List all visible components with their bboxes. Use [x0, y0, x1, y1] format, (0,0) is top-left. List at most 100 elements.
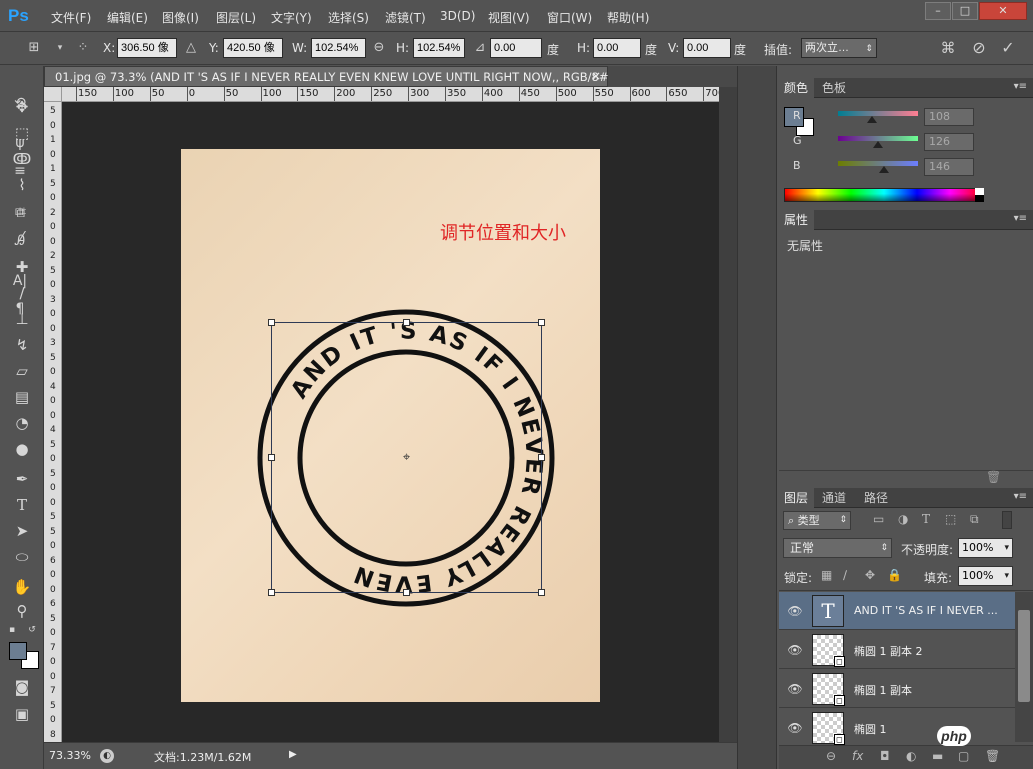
x-input[interactable]: 306.50 像 [117, 38, 177, 58]
filter-adjustment-icon[interactable]: ◑ [898, 512, 908, 526]
menu-select[interactable]: 选择(S) [328, 9, 369, 26]
g-slider-thumb[interactable] [872, 141, 883, 148]
document-tab[interactable]: 01.jpg @ 73.3% (AND IT 'S AS IF I NEVER … [44, 66, 622, 87]
ruler-origin[interactable] [44, 87, 62, 102]
menu-filter[interactable]: 滤镜(T) [385, 9, 426, 26]
maximize-button[interactable]: □ [952, 2, 978, 20]
transform-handle-right[interactable] [538, 454, 545, 461]
character-panel-icon[interactable]: A| [9, 270, 31, 292]
commit-transform-icon[interactable]: ✓ [998, 38, 1018, 58]
properties-panel-menu-icon[interactable]: ▾≡ [1014, 213, 1027, 224]
vertical-ruler[interactable]: 5 0 1 0 1 5 0 2 0 0 2 5 0 3 0 0 3 5 0 4 0 0 4 5 0 5 0 0 5 5 0 6 0 0 6 5 0 7 0 0… [44, 102, 62, 742]
visibility-eye-icon[interactable]: 👁 [787, 604, 803, 618]
y-input[interactable]: 420.50 像 [223, 38, 283, 58]
status-menu-arrow-icon[interactable]: ▶ [289, 749, 297, 760]
tab-color[interactable]: 颜色 [778, 78, 815, 98]
layer-name[interactable]: 椭圆 1 [854, 721, 887, 737]
quick-mask-icon[interactable]: ◙ [11, 676, 33, 698]
h-input[interactable]: 102.54% [413, 38, 465, 58]
dropdown-arrow-icon[interactable]: ▾ [50, 38, 70, 58]
dodge-tool-icon[interactable]: ● [11, 438, 33, 460]
path-select-tool-icon[interactable]: ➤ [11, 520, 33, 542]
layer-row[interactable]: 👁 ◻ 椭圆 1 副本 [779, 670, 1015, 708]
vertical-scrollbar[interactable] [719, 87, 737, 742]
zoom-level[interactable]: 73.33% [49, 749, 91, 762]
layers-scrollbar[interactable] [1015, 592, 1033, 742]
move-transform-icon[interactable]: ⊞ [24, 38, 44, 58]
delete-layer-icon[interactable]: 🗑 [985, 749, 1000, 763]
swap-colors-icon[interactable]: ↺ [26, 624, 38, 636]
horizontal-ruler[interactable]: 150 100 50 0 50 100 150 200 250 300 350 400 450 500 55… [62, 87, 719, 102]
layer-name[interactable]: 椭圆 1 副本 [854, 682, 912, 698]
vskew-input[interactable]: 0.00 [683, 38, 731, 58]
history-panel-icon[interactable]: ⟲ [9, 92, 31, 114]
brush-presets-icon[interactable]: ≡ [9, 160, 31, 182]
lock-position-icon[interactable]: ✥ [865, 568, 875, 582]
layer-name[interactable]: 椭圆 1 副本 2 [854, 643, 923, 659]
tab-properties[interactable]: 属性 [778, 210, 815, 230]
transform-handle-top[interactable] [403, 319, 410, 326]
lock-pixels-icon[interactable]: ∕ [843, 568, 847, 582]
pen-tool-icon[interactable]: ✒ [11, 468, 33, 490]
menu-edit[interactable]: 编辑(E) [107, 9, 148, 26]
default-colors-icon[interactable]: ▪ [6, 624, 18, 636]
layer-filter-select[interactable]: ⌕ 类型 ⇕ [783, 511, 851, 530]
paragraph-panel-icon[interactable]: ¶ [9, 298, 31, 320]
tab-paths[interactable]: 路径 [858, 488, 894, 508]
fx-icon[interactable]: fx [852, 749, 863, 763]
delta-icon[interactable]: △ [181, 38, 201, 58]
visibility-eye-icon[interactable]: 👁 [787, 721, 803, 735]
layer-row[interactable]: 👁 T AND IT 'S AS IF I NEVER ... [779, 592, 1015, 630]
lock-all-icon[interactable]: 🔒 [887, 568, 902, 582]
layers-scroll-thumb[interactable] [1018, 610, 1030, 702]
filter-shape-icon[interactable]: ⬚ [945, 512, 956, 526]
menu-window[interactable]: 窗口(W) [547, 9, 592, 26]
zoom-tool-icon[interactable]: ⚲ [11, 600, 33, 622]
visibility-eye-icon[interactable]: 👁 [787, 682, 803, 696]
panel-menu-icon[interactable]: ▾≡ [1014, 81, 1027, 92]
tab-swatches[interactable]: 色板 [816, 78, 852, 98]
filter-type-icon[interactable]: T [922, 512, 930, 526]
menu-file[interactable]: 文件(F) [51, 9, 91, 26]
transform-center-icon[interactable]: ⌖ [400, 451, 413, 464]
transform-handle-bottom-left[interactable] [268, 589, 275, 596]
new-group-icon[interactable]: ▬ [932, 749, 943, 763]
adjustment-layer-icon[interactable]: ◐ [906, 749, 916, 763]
hskew-input[interactable]: 0.00 [593, 38, 641, 58]
link-icon[interactable]: ⊖ [369, 38, 389, 58]
menu-image[interactable]: 图像(I) [162, 9, 199, 26]
layers-panel-menu-icon[interactable]: ▾≡ [1014, 491, 1027, 502]
minimize-button[interactable]: – [925, 2, 951, 20]
reference-point-icon[interactable]: ⁘ [73, 38, 93, 58]
layer-name[interactable]: AND IT 'S AS IF I NEVER ... [854, 604, 998, 617]
w-input[interactable]: 102.54% [311, 38, 366, 58]
filter-pixel-icon[interactable]: ▭ [873, 512, 884, 526]
lock-transparent-icon[interactable]: ▦ [821, 568, 832, 582]
new-layer-icon[interactable]: ▢ [958, 749, 969, 763]
blend-mode-select[interactable]: 正常 ⇕ [783, 538, 892, 558]
transform-handle-bottom[interactable] [403, 589, 410, 596]
layer-row[interactable]: 👁 ◻ 椭圆 1 副本 2 [779, 631, 1015, 669]
spectrum-white-chip[interactable] [975, 188, 984, 195]
filter-smart-object-icon[interactable]: ⧉ [970, 512, 979, 527]
gradient-tool-icon[interactable]: ▤ [11, 386, 33, 408]
opacity-input[interactable]: 100% ▾ [958, 538, 1013, 558]
cancel-transform-icon[interactable]: ⊘ [969, 38, 989, 58]
b-slider-thumb[interactable] [878, 166, 889, 173]
brush-panel-icon[interactable]: ψ [9, 132, 31, 154]
link-layers-icon[interactable]: ⊖ [826, 749, 836, 763]
angle-input[interactable]: 0.00 [490, 38, 542, 58]
transform-handle-bottom-right[interactable] [538, 589, 545, 596]
interpolation-select[interactable]: 两次立… ⇕ [801, 38, 877, 58]
menu-layer[interactable]: 图层(L) [216, 9, 256, 26]
styles-panel-icon[interactable]: Ꭿ [9, 230, 31, 252]
color-spectrum-bar[interactable] [784, 188, 984, 202]
document-tab-close-button[interactable]: × [591, 69, 601, 83]
layer-row[interactable]: 👁 ◻ 椭圆 1 [779, 709, 1015, 747]
b-value-input[interactable]: 146 [924, 158, 974, 176]
r-slider-track[interactable] [838, 111, 918, 116]
spectrum-black-chip[interactable] [975, 195, 984, 202]
clone-source-icon[interactable]: ⧉ [9, 202, 31, 224]
screen-mode-icon[interactable]: ▣ [11, 703, 33, 725]
ellipse-tool-icon[interactable]: ⬭ [11, 546, 33, 568]
